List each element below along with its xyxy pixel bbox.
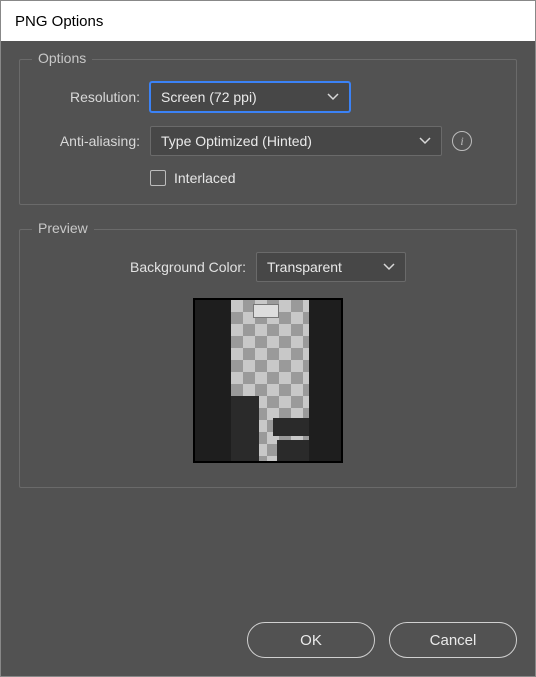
- options-group-title: Options: [32, 50, 92, 66]
- chevron-down-icon: [383, 263, 395, 271]
- resolution-row: Resolution: Screen (72 ppi): [38, 82, 498, 112]
- resolution-value: Screen (72 ppi): [161, 89, 257, 105]
- options-group: Options Resolution: Screen (72 ppi) Anti…: [19, 59, 517, 205]
- preview-artifact: [277, 440, 309, 463]
- titlebar: PNG Options: [1, 1, 535, 41]
- png-options-dialog: PNG Options Options Resolution: Screen (…: [0, 0, 536, 677]
- preview-group-title: Preview: [32, 220, 94, 236]
- cancel-button[interactable]: Cancel: [389, 622, 517, 658]
- cancel-button-label: Cancel: [430, 632, 477, 649]
- window-title: PNG Options: [15, 13, 103, 30]
- bgcolor-select[interactable]: Transparent: [256, 252, 406, 282]
- preview-group: Preview Background Color: Transparent: [19, 229, 517, 488]
- ok-button-label: OK: [300, 632, 322, 649]
- preview-artifact: [253, 304, 279, 318]
- bgcolor-value: Transparent: [267, 259, 342, 275]
- antialias-label: Anti-aliasing:: [38, 133, 140, 149]
- preview-artifact: [273, 418, 309, 436]
- resolution-select[interactable]: Screen (72 ppi): [150, 82, 350, 112]
- dialog-buttons: OK Cancel: [1, 622, 535, 676]
- interlaced-row: Interlaced: [150, 170, 498, 186]
- dialog-content: Options Resolution: Screen (72 ppi) Anti…: [1, 41, 535, 622]
- ok-button[interactable]: OK: [247, 622, 375, 658]
- bgcolor-label: Background Color:: [130, 259, 246, 275]
- chevron-down-icon: [327, 93, 339, 101]
- antialias-value: Type Optimized (Hinted): [161, 133, 312, 149]
- info-icon[interactable]: i: [452, 131, 472, 151]
- bgcolor-row: Background Color: Transparent: [38, 252, 498, 282]
- preview-artifact: [231, 396, 259, 463]
- interlaced-label: Interlaced: [174, 170, 235, 186]
- preview-thumbnail: [193, 298, 343, 463]
- chevron-down-icon: [419, 137, 431, 145]
- resolution-label: Resolution:: [38, 89, 140, 105]
- antialias-row: Anti-aliasing: Type Optimized (Hinted) i: [38, 126, 498, 156]
- interlaced-checkbox[interactable]: [150, 170, 166, 186]
- antialias-select[interactable]: Type Optimized (Hinted): [150, 126, 442, 156]
